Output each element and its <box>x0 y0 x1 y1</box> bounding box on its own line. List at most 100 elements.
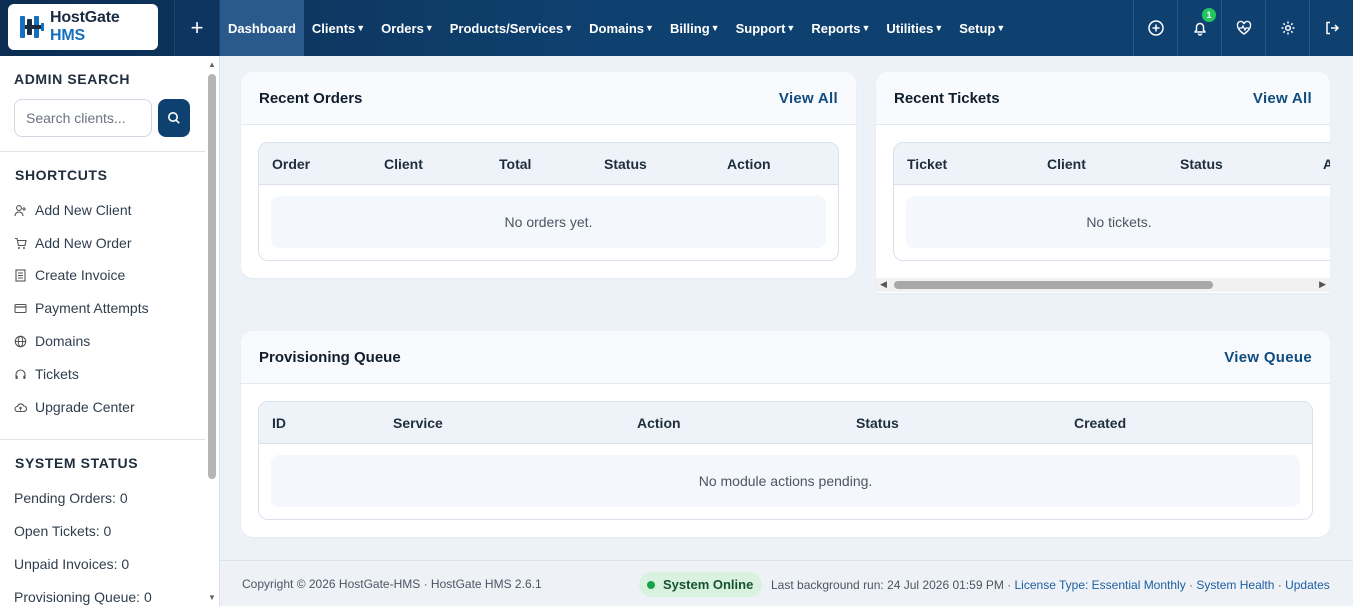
provisioning-queue-card: Provisioning Queue View Queue ID Service… <box>241 331 1330 537</box>
caret-down-icon: ▼ <box>710 23 720 33</box>
scroll-thumb[interactable] <box>894 281 1213 289</box>
provisioning-queue-title: Provisioning Queue <box>259 349 401 366</box>
nav-orders[interactable]: Orders ▼ <box>373 0 442 56</box>
column-header: Order <box>272 156 311 172</box>
status-open-tickets: Open Tickets: 0 <box>14 523 112 539</box>
scroll-down-arrow-icon[interactable]: ▼ <box>208 593 216 602</box>
health-icon[interactable] <box>1221 0 1265 56</box>
bell-icon[interactable]: 1 <box>1177 0 1221 56</box>
shortcut-payment-attempts[interactable]: Payment Attempts <box>14 300 149 316</box>
cloud-upload-icon <box>14 402 27 412</box>
shortcuts-heading: SHORTCUTS <box>15 167 108 183</box>
license-type-link[interactable]: License Type: Essential Monthly <box>1015 578 1186 592</box>
horizontal-scrollbar[interactable]: ◀ ▶ <box>876 278 1330 292</box>
nav-reports[interactable]: Reports ▼ <box>803 0 878 56</box>
caret-down-icon: ▼ <box>934 23 944 33</box>
divider <box>0 439 205 440</box>
empty-state: No orders yet. <box>271 196 826 248</box>
nav-setup[interactable]: Setup ▼ <box>951 0 1013 56</box>
status-unpaid-invoices: Unpaid Invoices: 0 <box>14 556 130 572</box>
shortcut-upgrade-center[interactable]: Upgrade Center <box>14 399 135 415</box>
last-background-run: Last background run: 24 Jul 2026 01:59 P… <box>771 578 1004 592</box>
quick-add-button[interactable]: + <box>174 0 220 56</box>
recent-tickets-card: Recent Tickets View All Ticket Client St… <box>876 72 1330 293</box>
invoice-icon <box>15 268 26 282</box>
updates-link[interactable]: Updates <box>1285 578 1330 592</box>
brand-logo[interactable]: HostGate HMS <box>8 4 158 50</box>
add-circle-icon[interactable] <box>1133 0 1177 56</box>
sidebar-scrollbar[interactable]: ▲ ▼ <box>207 60 216 602</box>
system-health-link[interactable]: System Health <box>1196 578 1274 592</box>
recent-tickets-table: Ticket Client Status A No tickets. <box>893 142 1330 261</box>
scroll-left-arrow-icon[interactable]: ◀ <box>880 279 887 290</box>
column-header: Status <box>604 156 647 172</box>
scroll-up-arrow-icon[interactable]: ▲ <box>208 60 216 69</box>
column-header: Client <box>1047 156 1086 172</box>
logout-icon[interactable] <box>1309 0 1353 56</box>
shortcut-create-invoice[interactable]: Create Invoice <box>14 267 125 283</box>
copyright-text: Copyright © 2026 HostGate-HMS · HostGate… <box>242 577 542 591</box>
nav-clients[interactable]: Clients ▼ <box>304 0 373 56</box>
shortcut-add-new-client[interactable]: Add New Client <box>14 202 132 218</box>
recent-orders-table: Order Client Total Status Action No orde… <box>258 142 839 261</box>
status-pending-orders: Pending Orders: 0 <box>14 490 128 506</box>
system-status-heading: SYSTEM STATUS <box>15 455 139 471</box>
status-provisioning-queue: Provisioning Queue: 0 <box>14 589 152 605</box>
scroll-right-arrow-icon[interactable]: ▶ <box>1319 279 1326 290</box>
topbar-actions: 1 <box>1133 0 1353 56</box>
search-icon <box>168 112 180 124</box>
scroll-thumb[interactable] <box>208 74 216 479</box>
caret-down-icon: ▼ <box>564 23 574 33</box>
globe-icon <box>14 335 27 347</box>
column-header: Created <box>1074 415 1127 431</box>
recent-orders-title: Recent Orders <box>259 90 363 107</box>
table-header: Order Client Total Status Action <box>259 143 838 185</box>
column-header: Total <box>499 156 532 172</box>
footer-info: Last background run: 24 Jul 2026 01:59 P… <box>771 578 1330 592</box>
column-header: Ticket <box>907 156 948 172</box>
shortcut-tickets[interactable]: Tickets <box>14 366 79 382</box>
system-online-badge: System Online <box>639 572 763 597</box>
nav-billing[interactable]: Billing ▼ <box>662 0 728 56</box>
recent-orders-card: Recent Orders View All Order Client Tota… <box>241 72 856 278</box>
nav-support[interactable]: Support ▼ <box>728 0 804 56</box>
nav-domains[interactable]: Domains ▼ <box>581 0 662 56</box>
view-queue-link[interactable]: View Queue <box>1224 349 1312 366</box>
client-search-input[interactable] <box>14 99 152 137</box>
empty-state: No module actions pending. <box>271 455 1300 507</box>
column-header: Action <box>727 156 771 172</box>
top-navbar: HostGate HMS + Dashboard Clients ▼ Orders… <box>0 0 1353 56</box>
provisioning-queue-table: ID Service Action Status Created No modu… <box>258 401 1313 520</box>
shortcut-domains[interactable]: Domains <box>14 333 90 349</box>
credit-card-icon <box>14 303 27 313</box>
column-header: Status <box>1180 156 1223 172</box>
nav-dashboard[interactable]: Dashboard <box>220 0 304 56</box>
column-header: Status <box>856 415 899 431</box>
column-header: Service <box>393 415 443 431</box>
brand-name: HostGate <box>50 9 120 26</box>
logo-mark-icon <box>18 14 46 40</box>
recent-orders-view-all-link[interactable]: View All <box>779 90 838 107</box>
cart-icon <box>15 237 27 249</box>
caret-down-icon: ▼ <box>786 23 796 33</box>
shortcut-add-new-order[interactable]: Add New Order <box>14 235 131 251</box>
recent-tickets-title: Recent Tickets <box>894 90 1000 107</box>
table-header: Ticket Client Status A <box>894 143 1330 185</box>
notification-badge: 1 <box>1202 8 1216 22</box>
status-dot-icon <box>647 580 655 589</box>
column-header: Action <box>637 415 681 431</box>
nav-products-services[interactable]: Products/Services ▼ <box>442 0 581 56</box>
nav-utilities[interactable]: Utilities ▼ <box>878 0 951 56</box>
search-button[interactable] <box>158 99 190 137</box>
footer: Copyright © 2026 HostGate-HMS · HostGate… <box>220 560 1353 606</box>
empty-state: No tickets. <box>906 196 1330 248</box>
caret-down-icon: ▼ <box>645 23 654 33</box>
column-header: A <box>1323 156 1330 172</box>
gear-icon[interactable] <box>1265 0 1309 56</box>
user-plus-icon <box>14 204 26 216</box>
table-header: ID Service Action Status Created <box>259 402 1312 444</box>
headset-icon <box>15 368 26 379</box>
brand-accent: HMS <box>50 27 85 44</box>
recent-tickets-view-all-link[interactable]: View All <box>1253 90 1312 107</box>
caret-down-icon: ▼ <box>996 23 1006 33</box>
